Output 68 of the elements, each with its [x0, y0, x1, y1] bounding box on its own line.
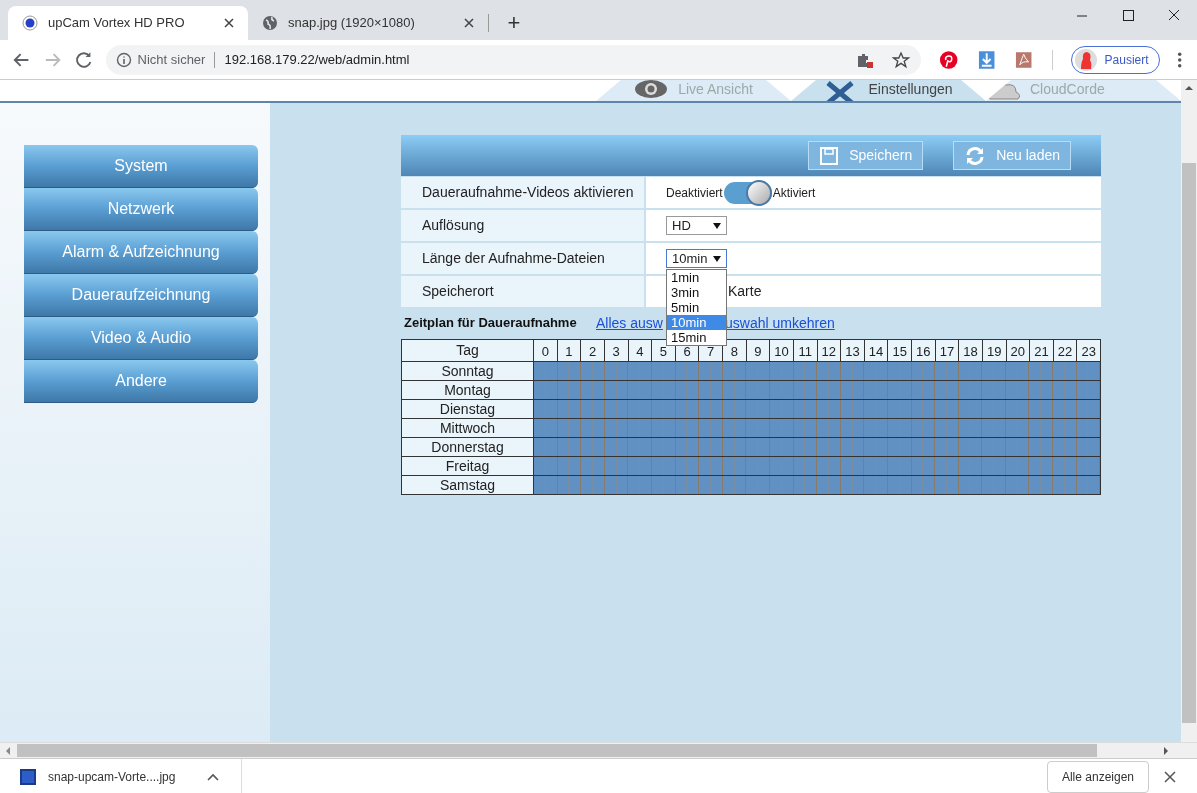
- toggle-switch[interactable]: [723, 181, 772, 204]
- table-header: 17: [935, 339, 959, 362]
- save-icon: [819, 146, 840, 165]
- dropdown-option[interactable]: 3min: [667, 285, 726, 300]
- star-icon[interactable]: [891, 50, 912, 69]
- info-icon: [115, 51, 132, 68]
- eye-icon: [634, 80, 669, 101]
- table-header: 23: [1076, 339, 1101, 362]
- pinterest-icon[interactable]: [939, 49, 959, 70]
- dropdown-select[interactable]: 10min: [666, 249, 727, 268]
- setting-label: Speicherort: [401, 276, 644, 307]
- table-header: 19: [982, 339, 1006, 362]
- setting-label: Länge der Aufnahme-Dateien: [401, 243, 644, 274]
- show-all-button[interactable]: Alle anzeigen: [1046, 761, 1149, 793]
- address-bar[interactable]: Nicht sicher 192.168.179.22/web/admin.html: [105, 44, 922, 75]
- close-icon[interactable]: [1163, 770, 1177, 784]
- table-header: 1: [557, 339, 581, 362]
- table-header: 22: [1053, 339, 1077, 362]
- setting-label: Auflösung: [401, 210, 644, 241]
- download-filename: snap-upcam-Vorte....jpg: [48, 769, 176, 786]
- scroll-right-icon: [1161, 745, 1171, 756]
- tab-title: upCam Vortex HD PRO: [48, 14, 186, 33]
- link[interactable]: Alles ausw: [596, 312, 663, 334]
- pdf-icon[interactable]: [1014, 49, 1034, 70]
- dropdown-option[interactable]: 5min: [667, 300, 726, 315]
- download-item[interactable]: snap-upcam-Vorte....jpg: [20, 759, 243, 793]
- dropdown-option[interactable]: 1min: [667, 270, 726, 285]
- table-header: 14: [864, 339, 888, 362]
- caret-icon: [713, 222, 721, 229]
- setting-label: Daueraufnahme-Videos aktivieren: [401, 177, 644, 208]
- table-header: 21: [1029, 339, 1054, 362]
- browser-tab[interactable]: upCam Vortex HD PRO: [8, 6, 248, 40]
- table-header: 11: [793, 339, 817, 362]
- table-header: 4: [628, 339, 652, 362]
- close-icon[interactable]: [464, 18, 474, 28]
- table-header: 2: [580, 339, 605, 362]
- photoshop-file-icon: [20, 769, 36, 785]
- close-icon[interactable]: [224, 18, 234, 28]
- table-header: 0: [533, 339, 558, 362]
- camera-logo-icon: [22, 15, 38, 31]
- avatar-icon: [1074, 48, 1097, 71]
- dropdown-option[interactable]: 10min: [667, 315, 726, 330]
- link[interactable]: uswahl umkehren: [725, 312, 835, 334]
- table-header: 9: [746, 339, 770, 362]
- table-header: 20: [1006, 339, 1030, 362]
- table-header: 12: [817, 339, 841, 362]
- caret-icon: [713, 255, 721, 262]
- security-label: Nicht sicher: [137, 50, 206, 69]
- url-text: 192.168.179.22/web/admin.html: [224, 50, 411, 69]
- download-icon[interactable]: [976, 49, 997, 70]
- dropdown-select[interactable]: HD: [666, 216, 727, 235]
- table-header: 15: [887, 339, 912, 362]
- table-header: Tag: [401, 339, 534, 362]
- table-header: 16: [911, 339, 936, 362]
- tab-title: snap.jpg (1920×1080): [288, 14, 416, 33]
- nav-tab[interactable]: Einstellungen: [791, 80, 986, 101]
- globe-icon: [262, 15, 278, 31]
- new-tab-button[interactable]: +: [501, 10, 527, 36]
- table-header: 18: [958, 339, 983, 362]
- setting-value: Karte: [728, 282, 762, 301]
- table-header: 10: [769, 339, 794, 362]
- table-header: 13: [840, 339, 865, 362]
- chevron-up-icon: [207, 773, 220, 781]
- toggle-on-label: Aktiviert: [772, 184, 816, 202]
- scroll-up-icon: [1184, 83, 1194, 93]
- toggle-off-label: Deaktiviert: [666, 184, 723, 202]
- table-header: 3: [604, 339, 628, 362]
- schedule-title: Zeitplan für Daueraufnahme: [404, 314, 578, 333]
